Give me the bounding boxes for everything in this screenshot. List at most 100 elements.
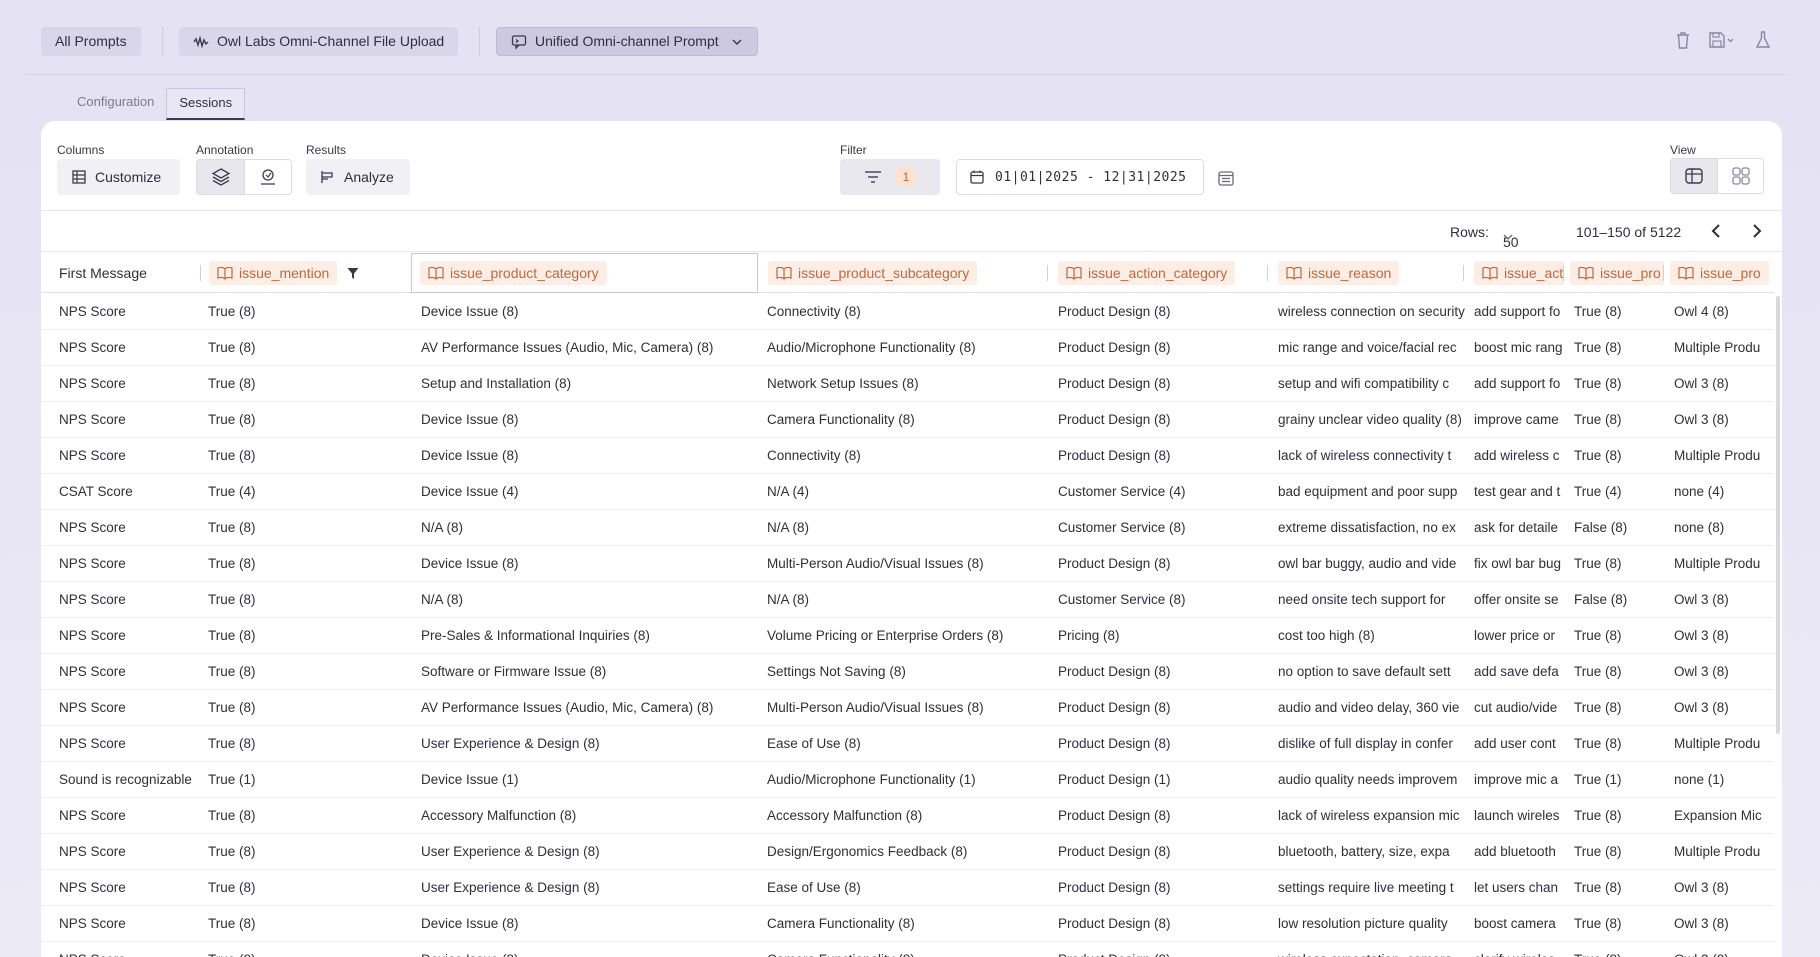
cell-issue-action: add wireless c [1474, 448, 1560, 463]
cell-issue-product-2: Owl 3 (8) [1674, 628, 1729, 643]
cell-issue-product: False (8) [1574, 592, 1628, 607]
filter-button[interactable]: 1 [840, 159, 940, 195]
cell-issue-mention: True (8) [208, 304, 256, 319]
table-row[interactable]: NPS ScoreTrue (8)Device Issue (8)Camera … [41, 942, 1774, 957]
file-upload-button[interactable]: Owl Labs Omni-Channel File Upload [179, 27, 459, 56]
cell-first-message: NPS Score [59, 880, 126, 895]
column-chip: issue_product_subcategory [768, 261, 978, 285]
table-row[interactable]: NPS Score True (8) AV Performance Issues (… [41, 690, 1774, 726]
cell-issue-action: offer onsite se [1474, 592, 1559, 607]
table-row[interactable]: NPS Score True (8) User Experience & Desig… [41, 870, 1774, 906]
table-row[interactable]: NPS Score True (8) Setup and Installation … [41, 366, 1774, 402]
cell-issue-mention: True (4) [208, 484, 256, 499]
column-header-label: issue_pro [1600, 265, 1661, 281]
table-row[interactable]: NPS Score True (8) Accessory Malfunction (… [41, 798, 1774, 834]
cell-issue-product-category: Device Issue (1) [421, 772, 519, 787]
cell-issue-product-subcategory: N/A (8) [767, 592, 810, 607]
view-label: View [1670, 143, 1696, 157]
chart-icon [320, 169, 336, 185]
prev-page-icon[interactable] [1710, 223, 1722, 239]
cell-issue-reason: dislike of full display in confer [1278, 736, 1453, 751]
book-icon [776, 266, 792, 280]
table-row[interactable]: Sound is recognizable True (1) Device Issu… [41, 762, 1774, 798]
customize-button[interactable]: Customize [57, 159, 180, 195]
table-row[interactable]: NPS Score True (8) Device Issue (8) Multi-P… [41, 546, 1774, 582]
column-header-issue-action[interactable]: issue_act [1464, 253, 1564, 293]
cell-issue-product-2: Multiple Produ [1674, 736, 1761, 751]
column-header-first-message[interactable]: First Message [41, 253, 201, 293]
all-prompts-button[interactable]: All Prompts [41, 27, 141, 56]
book-icon [1286, 266, 1302, 280]
cell-issue-action: add save defa [1474, 664, 1559, 679]
cell-issue-product-category: AV Performance Issues (Audio, Mic, Camer… [421, 700, 714, 715]
table-row[interactable]: NPS Score True (8) AV Performance Issues (… [41, 330, 1774, 366]
column-chip: issue_reason [1278, 261, 1400, 285]
book-icon [1066, 266, 1082, 280]
book-icon [1482, 266, 1498, 280]
layers-icon[interactable] [197, 160, 244, 194]
calendar-list-icon[interactable] [1217, 169, 1235, 187]
page-range: 101–150 of 5122 [1576, 224, 1682, 240]
column-header-issue-action-category[interactable]: issue_action_category [1048, 253, 1268, 293]
cell-issue-action-category: Product Design (8) [1058, 556, 1171, 571]
filter-funnel-icon[interactable] [347, 267, 359, 280]
cell-issue-product-category: User Experience & Design (8) [421, 736, 600, 751]
cell-issue-product-category: Device Issue (8) [421, 304, 519, 319]
cell-issue-action-category: Customer Service (8) [1058, 592, 1186, 607]
table-row[interactable]: NPS ScoreTrue (8)Device Issue (8)Camera … [41, 402, 1774, 438]
column-header-issue-reason[interactable]: issue_reason [1268, 253, 1464, 293]
table-row[interactable]: NPS Score True (8) N/A (8) N/A (8) Customer … [41, 582, 1774, 618]
prompt-selector[interactable]: Unified Omni-channel Prompt [496, 27, 758, 56]
table-row[interactable]: NPS Score True (8) Software or Firmware Is… [41, 654, 1774, 690]
cell-issue-product: True (8) [1574, 808, 1622, 823]
cell-issue-product-2: Owl 4 (8) [1674, 304, 1729, 319]
column-header-issue-product-2[interactable]: issue_pro [1664, 253, 1774, 293]
table-row[interactable]: NPS Score True (8) User Experience & Desig… [41, 834, 1774, 870]
filter-lines-icon [864, 170, 882, 184]
cell-issue-product-category: Device Issue (8) [421, 412, 519, 427]
column-header-label: issue_product_category [450, 265, 599, 281]
analyze-button[interactable]: Analyze [306, 159, 410, 195]
cell-first-message: NPS Score [59, 916, 126, 931]
save-icon[interactable] [1708, 30, 1736, 52]
cell-issue-action: add bluetooth [1474, 844, 1556, 859]
cell-first-message: NPS Score [59, 520, 126, 535]
cell-issue-action-category: Product Design (8) [1058, 412, 1171, 427]
cell-first-message: NPS Score [59, 592, 126, 607]
vertical-scrollbar[interactable] [1776, 296, 1780, 734]
table-row[interactable]: NPS Score True (8) Pre-Sales & Information… [41, 618, 1774, 654]
cell-issue-reason: mic range and voice/facial rec [1278, 340, 1457, 355]
column-header-issue-product-category[interactable]: issue_product_category [411, 253, 758, 293]
cell-issue-product-category: Accessory Malfunction (8) [421, 808, 577, 823]
cell-issue-product: True (8) [1574, 736, 1622, 751]
cell-issue-action: ask for detaile [1474, 520, 1559, 535]
column-header-issue-product[interactable]: issue_pro [1564, 253, 1664, 293]
tab-configuration[interactable]: Configuration [65, 88, 166, 120]
column-header-issue-product-subcategory[interactable]: issue_product_subcategory [758, 253, 1048, 293]
grid-view-icon[interactable] [1717, 159, 1763, 193]
table-row[interactable]: NPS Score True (8) User Experience & Desig… [41, 726, 1774, 762]
column-chip: issue_mention [209, 261, 338, 285]
cell-issue-action-category: Customer Service (4) [1058, 484, 1186, 499]
date-range-picker[interactable]: 01|01|2025 - 12|31|2025 [956, 159, 1204, 195]
table-row[interactable]: CSAT Score True (4) Device Issue (4) N/A (4… [41, 474, 1774, 510]
table-row[interactable]: NPS Score True (8) Device Issue (8) Connect… [41, 294, 1774, 330]
file-upload-label: Owl Labs Omni-Channel File Upload [217, 33, 445, 49]
trash-icon[interactable] [1674, 30, 1694, 52]
next-page-icon[interactable] [1751, 223, 1763, 239]
cell-issue-action: launch wireles [1474, 808, 1560, 823]
flask-icon[interactable] [1754, 30, 1774, 52]
table-row[interactable]: NPS Score True (8) Device Issue (8) Connect… [41, 438, 1774, 474]
date-range-value: 01|01|2025 - 12|31|2025 [995, 169, 1187, 185]
cell-issue-reason: cost too high (8) [1278, 628, 1375, 643]
filter-label: Filter [840, 143, 867, 157]
annotator-icon[interactable] [244, 160, 291, 194]
cell-issue-product-category: Software or Firmware Issue (8) [421, 664, 607, 679]
table-row[interactable]: NPS Score True (8) N/A (8) N/A (8) Customer … [41, 510, 1774, 546]
chevron-down-icon [1503, 234, 1513, 241]
cell-issue-action: add support fo [1474, 376, 1561, 391]
tab-sessions[interactable]: Sessions [166, 88, 246, 120]
table-view-icon[interactable] [1671, 159, 1717, 193]
cell-issue-product-subcategory: Audio/Microphone Functionality (1) [767, 772, 976, 787]
table-row[interactable]: NPS ScoreTrue (8)Device Issue (8)Camera … [41, 906, 1774, 942]
